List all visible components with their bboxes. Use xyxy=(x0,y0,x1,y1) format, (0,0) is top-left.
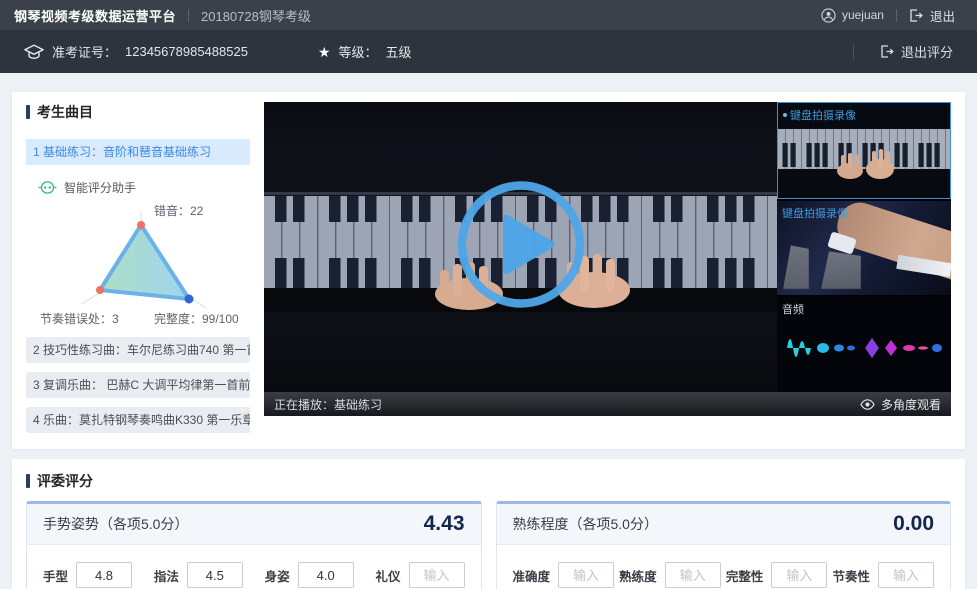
exit-scoring-button[interactable]: 退出评分 xyxy=(880,42,953,61)
fingering-input[interactable] xyxy=(187,562,243,588)
hand-shape-input[interactable] xyxy=(76,562,132,588)
audio-waveform-graphic xyxy=(777,323,949,373)
robot-icon xyxy=(38,181,57,194)
active-dot-icon xyxy=(783,113,787,117)
score-field-rhythm: 节奏性 xyxy=(832,562,934,588)
admission-number-item: 准考证号： 12345678985488525 xyxy=(24,42,248,61)
posture-input[interactable] xyxy=(298,562,354,588)
playlist-title: 考生曲目 xyxy=(26,102,250,122)
divider xyxy=(188,9,189,22)
score-field-proficiency: 熟练度 xyxy=(619,562,721,588)
score-card-proficiency: 熟练程度（各项5.0分） 0.00 准确度 熟练度 完整性 xyxy=(496,501,952,589)
level-item: ★ 等级： 五级 xyxy=(318,42,412,61)
now-playing-text: 正在播放：基础练习 xyxy=(274,396,382,413)
camera-panel-label: 键盘拍摄录像 xyxy=(782,205,848,221)
song-item-2[interactable]: 2 技巧性练习曲：车尔尼练习曲740 第一首 xyxy=(26,337,250,363)
radar-label-completeness: 完整度：99/100 xyxy=(154,310,239,327)
admission-number: 12345678985488525 xyxy=(125,44,248,59)
app-title: 钢琴视频考级数据运营平台 xyxy=(14,6,176,25)
multi-angle-column: 键盘拍摄录像 xyxy=(777,102,951,392)
score-field-accuracy: 准确度 xyxy=(513,562,615,588)
score-total: 0.00 xyxy=(893,512,934,536)
score-card-title: 手势姿势（各项5.0分） xyxy=(43,514,188,534)
star-icon: ★ xyxy=(318,45,331,59)
camera-panel-keyboard-side[interactable]: 键盘拍摄录像 xyxy=(777,201,951,296)
divider xyxy=(853,44,854,60)
eye-icon xyxy=(860,399,875,410)
score-field-completeness: 完整性 xyxy=(726,562,828,588)
proficiency-input[interactable] xyxy=(665,562,721,588)
player-status-bar: 正在播放：基础练习 多角度观看 xyxy=(264,392,951,416)
candidate-songs-panel: 考生曲目 1 基础练习：音阶和琶音基础练习 智能评分助手 xyxy=(26,102,250,433)
score-field-fingering: 指法 xyxy=(154,562,243,588)
logout-icon xyxy=(909,9,923,22)
logout-icon xyxy=(880,45,894,58)
score-radar-chart: 错音：22 节奏错误处：3 完整度：99/100 xyxy=(26,200,250,328)
song-item-4[interactable]: 4 乐曲：莫扎特钢琴奏鸣曲K330 第一乐章 xyxy=(26,407,250,433)
score-field-hand-shape: 手型 xyxy=(43,562,132,588)
scoring-title-text: 评委评分 xyxy=(37,471,93,491)
level-label: 等级： xyxy=(339,42,378,61)
scoring-title: 评委评分 xyxy=(26,471,951,491)
user-circle-icon xyxy=(821,8,836,23)
background-object xyxy=(821,251,861,289)
logout-label: 退出 xyxy=(930,6,955,25)
logout-button[interactable]: 退出 xyxy=(909,6,963,25)
audio-panel-label: 音频 xyxy=(782,301,804,317)
radar-label-rhythm-errors: 节奏错误处：3 xyxy=(40,310,119,327)
multi-angle-button[interactable]: 多角度观看 xyxy=(860,396,941,413)
exit-scoring-label: 退出评分 xyxy=(901,42,953,61)
rhythm-input[interactable] xyxy=(878,562,934,588)
user-menu[interactable]: yuejuan xyxy=(821,8,884,23)
playlist-title-text: 考生曲目 xyxy=(37,102,93,122)
score-card-header: 手势姿势（各项5.0分） 4.43 xyxy=(27,504,481,545)
main-video-view[interactable] xyxy=(264,102,777,392)
multi-angle-label: 多角度观看 xyxy=(881,396,941,413)
score-field-posture: 身姿 xyxy=(265,562,354,588)
etiquette-input[interactable] xyxy=(409,562,465,588)
divider xyxy=(896,9,897,22)
score-total: 4.43 xyxy=(424,512,465,536)
judge-scoring-card: 评委评分 手势姿势（各项5.0分） 4.43 手型 指法 xyxy=(12,459,965,589)
video-player: 键盘拍摄录像 xyxy=(264,102,951,416)
background-object xyxy=(783,245,809,289)
score-card-title: 熟练程度（各项5.0分） xyxy=(513,514,658,534)
song-item-1[interactable]: 1 基础练习：音阶和琶音基础练习 xyxy=(26,139,250,165)
title-accent-bar xyxy=(26,474,30,488)
level-value: 五级 xyxy=(386,42,412,61)
graduation-cap-icon xyxy=(24,44,44,60)
assistant-label: 智能评分助手 xyxy=(64,179,136,196)
exam-info-bar: 准考证号： 12345678985488525 ★ 等级： 五级 退出评分 xyxy=(0,30,977,73)
score-card-gesture: 手势姿势（各项5.0分） 4.43 手型 指法 身姿 xyxy=(26,501,482,589)
completeness-input[interactable] xyxy=(771,562,827,588)
top-navbar: 钢琴视频考级数据运营平台 20180728钢琴考级 yuejuan 退出 xyxy=(0,0,977,30)
score-card-header: 熟练程度（各项5.0分） 0.00 xyxy=(497,504,951,545)
user-name: yuejuan xyxy=(842,8,884,22)
admission-label: 准考证号： xyxy=(52,42,117,61)
audio-panel[interactable]: 音频 xyxy=(777,297,951,392)
song-item-3[interactable]: 3 复调乐曲： 巴赫C 大调平均律第一首前奏曲 xyxy=(26,372,250,398)
score-field-etiquette: 礼仪 xyxy=(375,562,464,588)
camera-panel-label: 键盘拍摄录像 xyxy=(783,107,856,123)
smart-scoring-assistant: 智能评分助手 xyxy=(26,179,250,196)
accuracy-input[interactable] xyxy=(558,562,614,588)
radar-svg xyxy=(26,200,250,328)
title-accent-bar xyxy=(26,105,30,119)
session-name: 20180728钢琴考级 xyxy=(201,6,311,25)
exam-playback-card: 考生曲目 1 基础练习：音阶和琶音基础练习 智能评分助手 xyxy=(12,92,965,449)
play-button[interactable] xyxy=(454,178,588,317)
camera-panel-keyboard-top[interactable]: 键盘拍摄录像 xyxy=(777,102,951,199)
radar-label-wrong-notes: 错音：22 xyxy=(154,202,203,219)
